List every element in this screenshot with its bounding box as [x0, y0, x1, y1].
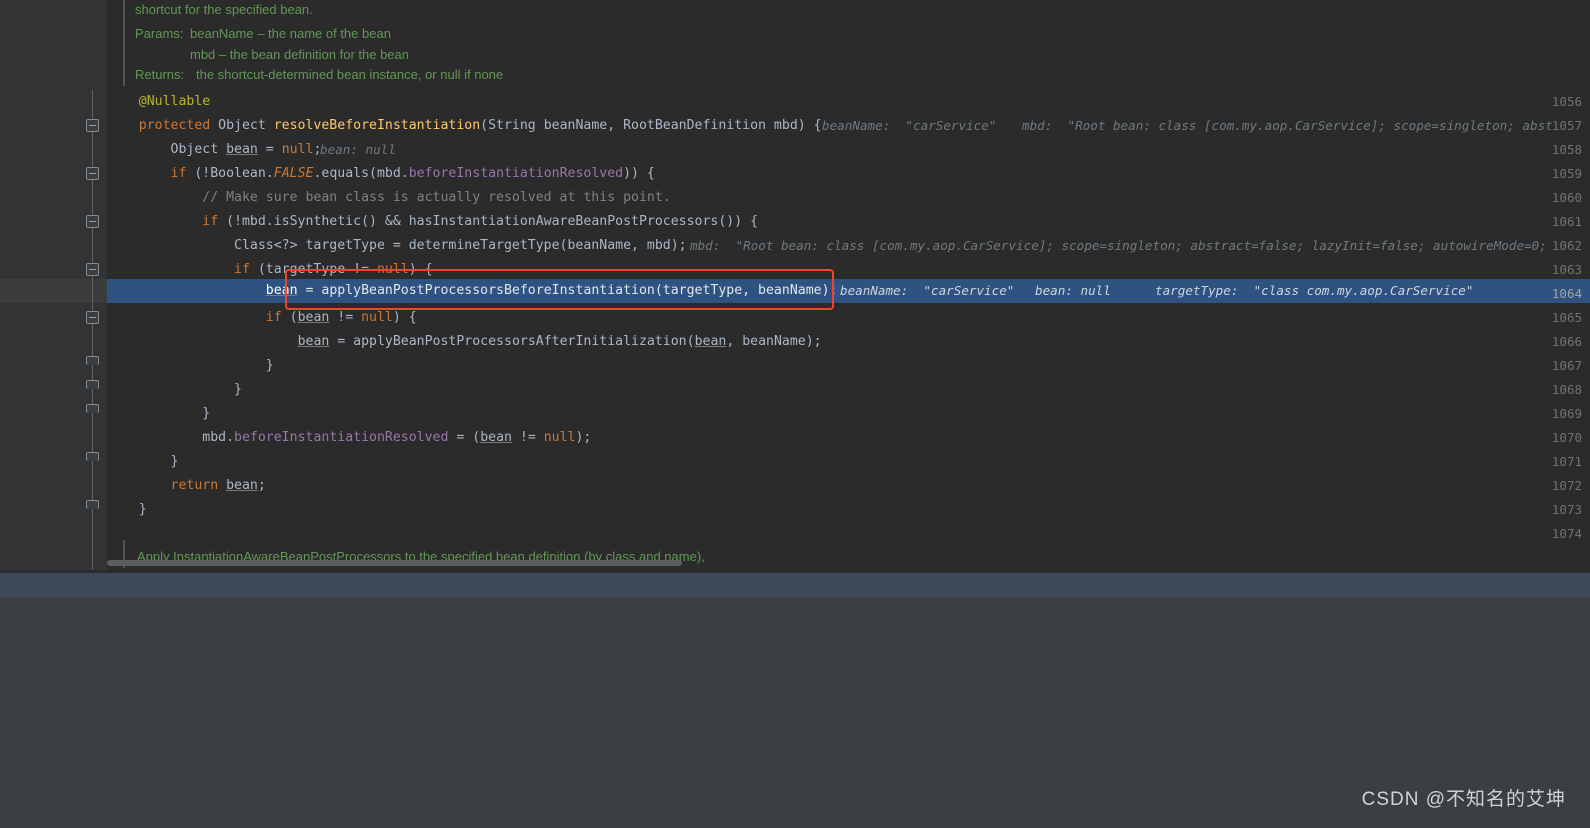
fold-icon-collapse[interactable]: [86, 167, 99, 180]
code-editor[interactable]: shortcut for the specified bean. Params:…: [0, 0, 1590, 570]
inline-hint-1064-beanname: beanName: "carService": [840, 283, 1015, 298]
inline-hint-1058-bean: bean: null: [320, 142, 396, 157]
line-number: 1058: [1551, 142, 1582, 157]
javadoc-left-bar: [123, 0, 125, 86]
line-number: 1069: [1551, 406, 1582, 421]
current-line-gutter-highlight: [0, 279, 107, 303]
line-number: 1063: [1551, 262, 1582, 277]
code-line-1065[interactable]: if (bean != null) {: [107, 306, 417, 330]
line-number-current: 1064: [1551, 286, 1582, 301]
debug-panel-header: [0, 573, 1590, 597]
code-line-1060[interactable]: // Make sure bean class is actually reso…: [107, 186, 670, 210]
line-number: 1071: [1551, 454, 1582, 469]
code-line-1072[interactable]: return bean;: [107, 474, 266, 498]
line-number: 1070: [1551, 430, 1582, 445]
inline-hint-1064-targettype: targetType: "class com.my.aop.CarService…: [1155, 283, 1474, 298]
debug-toolbar[interactable]: [0, 597, 1590, 621]
line-number: 1074: [1551, 526, 1582, 541]
line-number: 1065: [1551, 310, 1582, 325]
fold-guide-line: [92, 90, 93, 570]
code-line-1064[interactable]: bean = applyBeanPostProcessorsBeforeInst…: [107, 279, 838, 303]
code-line-1058[interactable]: Object bean = null;: [107, 138, 322, 162]
fold-icon-collapse[interactable]: [86, 311, 99, 324]
line-number: 1056: [1551, 94, 1582, 109]
line-number: 1068: [1551, 382, 1582, 397]
javadoc-line-3: the shortcut-determined bean instance, o…: [196, 67, 504, 82]
fold-icon-end[interactable]: [86, 500, 99, 509]
watermark-text: CSDN @不知名的艾坤: [1361, 789, 1566, 810]
code-line-1057[interactable]: protected Object resolveBeforeInstantiat…: [107, 114, 822, 138]
code-line-1056[interactable]: @Nullable: [107, 90, 210, 114]
code-line-1067[interactable]: }: [107, 354, 274, 378]
javadoc-returns-label: Returns:: [135, 67, 185, 82]
line-number: 1066: [1551, 334, 1582, 349]
code-line-1071[interactable]: }: [107, 450, 179, 474]
code-line-1066[interactable]: bean = applyBeanPostProcessorsAfterIniti…: [107, 330, 822, 354]
code-line-1059[interactable]: if (!Boolean.FALSE.equals(mbd.beforeInst…: [107, 162, 655, 186]
editor-horizontal-scrollbar[interactable]: [107, 560, 682, 566]
debug-panel-body: tAutowireCapableBeanFactory(org.sp leBea…: [0, 621, 1590, 828]
fold-icon-collapse[interactable]: [86, 263, 99, 276]
code-line-1062[interactable]: Class<?> targetType = determineTargetTyp…: [107, 234, 687, 258]
inline-hint-1064-bean: bean: null: [1035, 283, 1111, 298]
fold-icon-collapse[interactable]: [86, 215, 99, 228]
line-number: 1060: [1551, 190, 1582, 205]
fold-icon-collapse[interactable]: [86, 119, 99, 132]
line-number: 1061: [1551, 214, 1582, 229]
line-number: 1073: [1551, 502, 1582, 517]
javadoc-line-0: shortcut for the specified bean.: [135, 2, 313, 17]
line-number: 1059: [1551, 166, 1582, 181]
fold-icon-end[interactable]: [86, 356, 99, 365]
fold-icon-end[interactable]: [86, 452, 99, 461]
inline-hint-1057-beanname: beanName: "carService": [822, 118, 997, 133]
code-line-1061[interactable]: if (!mbd.isSynthetic() && hasInstantiati…: [107, 210, 758, 234]
fold-icon-end[interactable]: [86, 404, 99, 413]
code-line-1068[interactable]: }: [107, 378, 242, 402]
inline-hint-1057-mbd: mbd: "Root bean: class [com.my.aop.CarSe…: [1022, 118, 1553, 133]
code-line-1069[interactable]: }: [107, 402, 210, 426]
intellij-debugger-window: shortcut for the specified bean. Params:…: [0, 0, 1590, 828]
code-line-1073[interactable]: }: [107, 498, 147, 522]
line-number: 1072: [1551, 478, 1582, 493]
fold-icon-end[interactable]: [86, 380, 99, 389]
code-line-1070[interactable]: mbd.beforeInstantiationResolved = (bean …: [107, 426, 591, 450]
inline-hint-1062-mbd: mbd: "Root bean: class [com.my.aop.CarSe…: [690, 238, 1547, 253]
javadoc-params-label: Params:: [135, 26, 184, 41]
line-number: 1067: [1551, 358, 1582, 373]
